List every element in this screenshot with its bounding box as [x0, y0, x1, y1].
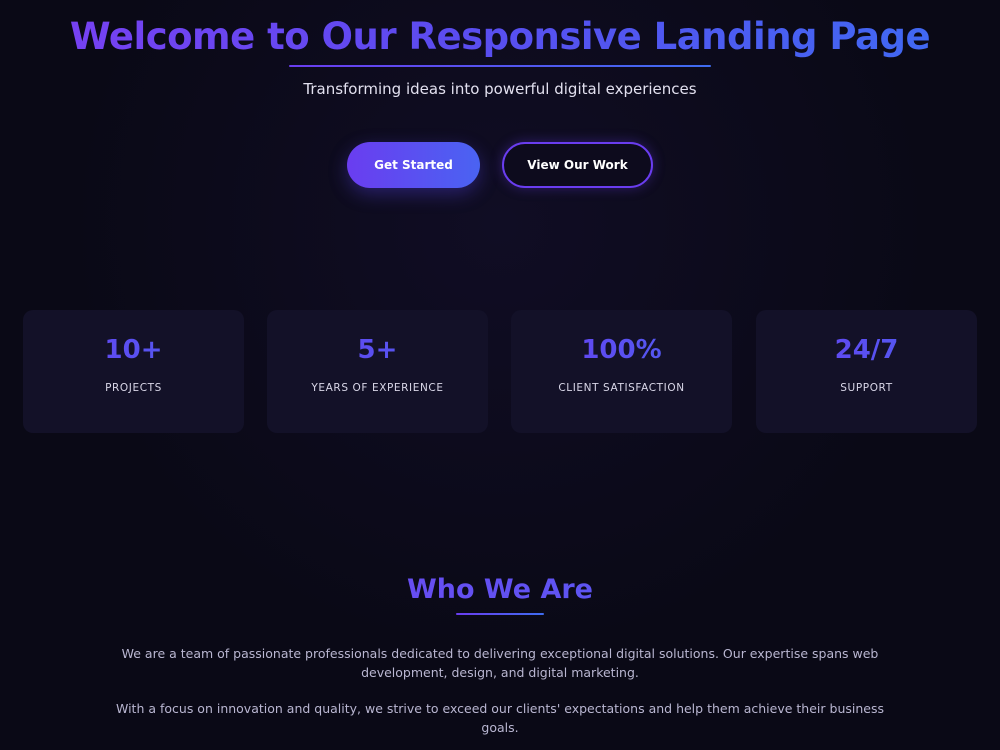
stat-value: 24/7 — [756, 332, 977, 368]
stat-card-projects: 10+ PROJECTS — [23, 310, 244, 433]
about-title-underline — [456, 613, 544, 615]
stat-value: 10+ — [23, 332, 244, 368]
hero-subtitle: Transforming ideas into powerful digital… — [303, 80, 697, 98]
stat-value: 100% — [511, 332, 732, 368]
stat-card-client-satisfaction: 100% CLIENT SATISFACTION — [511, 310, 732, 433]
hero-title: Welcome to Our Responsive Landing Page — [0, 12, 1000, 62]
stat-card-years-of-experience: 5+ YEARS OF EXPERIENCE — [267, 310, 488, 433]
about-title: Who We Are — [0, 570, 1000, 610]
get-started-button[interactable]: Get Started — [347, 142, 480, 188]
hero-title-underline — [289, 65, 711, 67]
view-our-work-button[interactable]: View Our Work — [502, 142, 653, 188]
about-paragraph-1: We are a team of passionate professional… — [121, 646, 879, 680]
about-paragraph-2: With a focus on innovation and quality, … — [115, 701, 884, 735]
stat-label: CLIENT SATISFACTION — [558, 382, 685, 394]
hero-section: Welcome to Our Responsive Landing Page T… — [0, 0, 1000, 230]
stat-value: 5+ — [267, 332, 488, 368]
stat-label: YEARS OF EXPERIENCE — [311, 382, 444, 394]
stat-card-support: 24/7 SUPPORT — [756, 310, 977, 433]
stat-label: PROJECTS — [105, 382, 162, 394]
stat-label: SUPPORT — [840, 382, 893, 394]
